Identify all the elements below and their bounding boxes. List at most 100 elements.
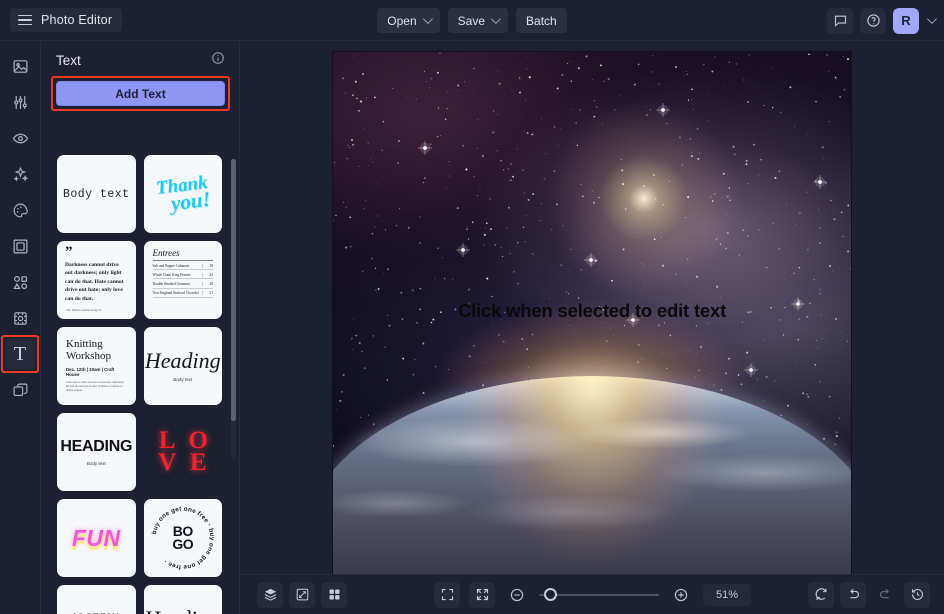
menu-title: Entrees — [152, 248, 213, 261]
fit-screen-icon[interactable] — [434, 581, 460, 608]
menu-row: Whole Grain King Prawns 24 — [152, 270, 213, 280]
sidebar-item-crop[interactable] — [5, 303, 35, 333]
heading-text: Heading — [144, 348, 221, 373]
list-item[interactable]: Heading Body text — [143, 327, 222, 405]
undo-icon[interactable] — [840, 581, 866, 608]
thankyou-line2: you! — [169, 185, 212, 215]
zoom-out-icon[interactable] — [504, 582, 530, 608]
history-icon[interactable] — [904, 581, 930, 608]
list-item[interactable]: Thank you! — [143, 155, 222, 233]
preset-menu-card: Entrees Salt and Pepper Calamari 18 Whol… — [144, 241, 223, 319]
compare-icon[interactable] — [289, 581, 315, 608]
menu-row: Salt and Pepper Calamari 18 — [152, 261, 213, 271]
hamburger-icon[interactable] — [18, 14, 32, 26]
preset-fun: FUN — [71, 524, 121, 551]
list-item[interactable]: Entrees Salt and Pepper Calamari 18 Whol… — [143, 241, 223, 319]
zoom-level-value[interactable]: 51% — [703, 583, 751, 606]
panel-title: Text — [56, 52, 81, 68]
cloud-layer — [333, 376, 851, 575]
list-item[interactable]: buy one get one free · buy one get one f… — [143, 499, 222, 577]
zoom-slider-track — [539, 593, 659, 596]
sidebar-item-text[interactable]: T — [1, 335, 39, 373]
knitting-body: Lorem ipsum dolor sit amet consectetur a… — [66, 381, 124, 392]
preset-knitting-workshop: Knitting Workshop Dec. 12th | 10am | Cra… — [57, 331, 136, 401]
sidebar-item-frames[interactable] — [5, 231, 35, 261]
preset-bogo: buy one get one free · buy one get one f… — [146, 501, 220, 575]
app-title: Photo Editor — [41, 13, 113, 27]
app-menu-button[interactable]: Photo Editor — [10, 8, 123, 32]
text-preset-list[interactable]: Body text Thank you! ” Darkness cannot d… — [42, 113, 240, 614]
bottom-right-tools — [808, 581, 930, 608]
scrollbar-thumb[interactable] — [231, 159, 236, 421]
reset-icon[interactable] — [808, 581, 834, 608]
zoom-in-icon[interactable] — [668, 582, 694, 608]
top-bar: Photo Editor Open Save Batch R — [0, 0, 944, 41]
quote-mark: ” — [65, 244, 73, 260]
chevron-down-icon — [422, 14, 433, 25]
sidebar-item-ai-tools[interactable] — [5, 159, 35, 189]
layers-icon[interactable] — [257, 581, 283, 608]
image-canvas[interactable]: Click when selected to edit text — [333, 52, 851, 575]
top-center-actions: Open Save Batch — [0, 0, 944, 41]
photo-editor-window: Photo Editor Open Save Batch R T Text Ad… — [0, 0, 944, 614]
bogo-line2: GO — [172, 536, 194, 552]
menu-item: Whole Grain King Prawns — [152, 272, 191, 277]
canvas-stage[interactable]: Click when selected to edit text — [241, 41, 944, 575]
knitting-title: Knitting Workshop — [66, 338, 111, 362]
menu-price: 28 — [202, 281, 213, 286]
menu-price: 21 — [202, 291, 213, 296]
sidebar-item-adjust[interactable] — [5, 87, 35, 117]
avatar[interactable]: R — [893, 7, 919, 34]
list-item[interactable]: Knitting Workshop Dec. 12th | 10am | Cra… — [57, 327, 136, 405]
bogo-core: BO GO — [146, 501, 220, 575]
preset-thank-you: Thank you! — [154, 172, 212, 215]
sidebar-item-effects[interactable] — [5, 123, 35, 153]
preset-heading-serif: Heading Body text — [145, 606, 220, 614]
preset-love: L O V E — [152, 428, 214, 476]
chat-bubble-icon[interactable] — [827, 7, 853, 34]
bottom-left-tools — [257, 581, 347, 608]
grid-icon[interactable] — [321, 581, 347, 608]
knitting-subtitle: Dec. 12th | 10am | Craft House — [66, 367, 115, 378]
open-button[interactable]: Open — [377, 8, 440, 33]
zoom-slider[interactable] — [539, 588, 659, 602]
list-item[interactable]: L O V E — [143, 413, 222, 491]
body-text: Body text — [173, 377, 193, 382]
question-circle-icon[interactable] — [860, 7, 886, 34]
open-label: Open — [387, 13, 417, 28]
chevron-down-icon[interactable] — [926, 14, 937, 25]
text-icon: T — [13, 343, 27, 365]
save-button[interactable]: Save — [447, 8, 509, 33]
sidebar-item-color[interactable] — [5, 195, 35, 225]
sidebar-item-elements[interactable] — [5, 267, 35, 297]
canvas-text-overlay[interactable]: Click when selected to edit text — [333, 300, 851, 322]
list-item[interactable]: Heading Body text — [143, 585, 222, 614]
earth-horizon — [333, 376, 851, 575]
add-text-highlight: Add Text — [51, 76, 230, 111]
zoom-slider-handle[interactable] — [544, 588, 557, 601]
heading-text: HEADING — [60, 438, 133, 455]
menu-item: New England Seafood Chowder — [152, 291, 199, 296]
panel-header: Text — [42, 41, 239, 79]
redo-icon[interactable] — [872, 582, 898, 608]
text-panel: Text Add Text Body text Thank you! ” Dar… — [42, 41, 240, 614]
list-item[interactable]: FUN — [57, 499, 136, 577]
preset-body-text: Body text — [62, 187, 130, 201]
batch-label: Batch — [526, 13, 557, 28]
info-icon[interactable] — [211, 51, 225, 70]
sidebar-item-image[interactable] — [5, 51, 35, 81]
list-item[interactable]: Body text — [57, 155, 136, 233]
body-text: Body text — [86, 461, 106, 466]
list-item[interactable]: ” Darkness cannot drive out darkness; on… — [57, 241, 136, 319]
add-text-button[interactable]: Add Text — [56, 81, 225, 106]
preset-quote-card: ” Darkness cannot drive out darkness; on… — [57, 241, 136, 319]
menu-price: 24 — [202, 272, 213, 277]
heading-text: Heading — [145, 606, 220, 614]
batch-button[interactable]: Batch — [516, 8, 567, 33]
list-item[interactable]: HEADING Body text — [57, 413, 136, 491]
fit-content-icon[interactable] — [469, 581, 495, 608]
menu-row: Double Smoked Gammon 28 — [152, 279, 213, 289]
sidebar-item-overlays[interactable] — [5, 375, 35, 405]
love-letter: V — [158, 449, 177, 476]
list-item[interactable]: JOSEFIN Restaurant & Bar EST. 1994 · DOW… — [57, 585, 136, 614]
